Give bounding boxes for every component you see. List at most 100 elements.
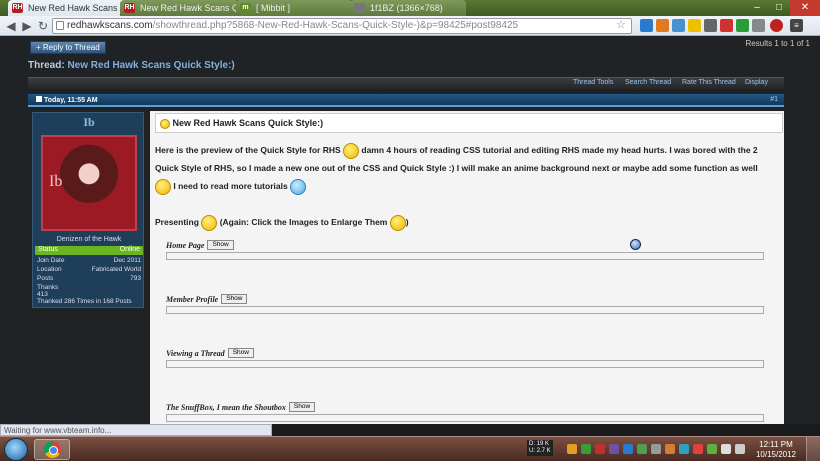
tab-label: New Red Hawk Scans Quic bbox=[140, 3, 238, 13]
stat-join-date: Join Date Dec 2011 bbox=[37, 257, 141, 264]
network-icon[interactable] bbox=[721, 444, 731, 454]
tray-app-icon[interactable] bbox=[567, 444, 577, 454]
post-date: Today, 11:55 AM bbox=[36, 96, 98, 104]
forward-icon[interactable]: ▶ bbox=[20, 19, 34, 33]
tab-red-hawk-1[interactable]: RH New Red Hawk Scans Quick bbox=[8, 0, 126, 16]
thread-label: Thread: bbox=[28, 60, 65, 71]
post-icon bbox=[36, 96, 42, 102]
forum-page: + Reply to Thread Results 1 to 1 of 1 Th… bbox=[0, 36, 820, 424]
stat-label: Thanks bbox=[37, 284, 59, 291]
stat-thanked: Thanked 286 Times in 168 Posts bbox=[37, 298, 141, 305]
bookmark-star-icon[interactable]: ☆ bbox=[616, 18, 626, 31]
image-favicon-icon bbox=[354, 3, 365, 13]
tray-app-icon[interactable] bbox=[595, 444, 605, 454]
url-domain: redhawkscans.com bbox=[67, 20, 153, 31]
volume-icon[interactable] bbox=[735, 444, 745, 454]
extension-icon[interactable] bbox=[736, 19, 749, 32]
avatar[interactable]: Ib bbox=[41, 135, 137, 231]
post-title-text: New Red Hawk Scans Quick Style:) bbox=[172, 118, 324, 128]
presenting-text: Presenting bbox=[155, 217, 199, 227]
tray-app-icon[interactable] bbox=[665, 444, 675, 454]
thread-tools-menu[interactable]: Thread Tools bbox=[573, 79, 613, 86]
reload-icon[interactable]: ↻ bbox=[36, 19, 50, 33]
maximize-icon[interactable]: □ bbox=[768, 0, 790, 16]
window-controls: – □ ✕ bbox=[746, 0, 820, 16]
extension-icon[interactable] bbox=[720, 19, 733, 32]
start-button[interactable] bbox=[4, 438, 28, 461]
grin-smiley-icon bbox=[155, 178, 171, 195]
presenting-close: ) bbox=[405, 217, 409, 227]
rss-icon[interactable] bbox=[656, 19, 669, 32]
tray-app-icon[interactable] bbox=[581, 444, 591, 454]
tray-app-icon[interactable] bbox=[651, 444, 661, 454]
post-date-text: Today, 11:55 AM bbox=[44, 97, 98, 104]
tab-red-hawk-2[interactable]: RH New Red Hawk Scans Quic bbox=[120, 0, 238, 16]
network-meter: D: 19 K U: 2.7 K bbox=[527, 440, 553, 456]
stat-label: Join Date bbox=[37, 257, 65, 264]
smiley-icon[interactable] bbox=[688, 19, 701, 32]
laugh-smiley-icon bbox=[201, 214, 218, 231]
url-path: /showthread.php?5868-New-Red-Hawk-Scans-… bbox=[152, 20, 519, 31]
show-spoiler-button[interactable]: Show bbox=[227, 348, 254, 359]
chrome-taskbar-button[interactable] bbox=[34, 439, 70, 460]
display-menu[interactable]: Display bbox=[745, 79, 768, 86]
stat-value: Dec 2011 bbox=[113, 257, 141, 264]
rate-thread-menu[interactable]: Rate This Thread bbox=[682, 79, 736, 86]
username-link[interactable]: Ib bbox=[33, 115, 145, 130]
clock-date: 10/15/2012 bbox=[755, 450, 796, 459]
tray-app-icon[interactable] bbox=[637, 444, 647, 454]
spoiler-label: Home Page bbox=[166, 241, 205, 250]
user-card: Ib Ib Denizen of the Hawk Status Online … bbox=[32, 112, 144, 308]
busy-cursor-icon bbox=[630, 239, 641, 250]
close-icon[interactable]: ✕ bbox=[790, 0, 820, 16]
avatar-text: Ib bbox=[49, 173, 63, 190]
reply-to-thread-button[interactable]: + Reply to Thread bbox=[30, 41, 106, 54]
tab-image[interactable]: 1f1BZ (1366×768) bbox=[350, 0, 466, 16]
download-rate: D: 19 K bbox=[529, 441, 550, 447]
user-title: Denizen of the Hawk bbox=[56, 236, 122, 243]
status-value: Online bbox=[119, 246, 140, 253]
laugh-smiley-icon bbox=[389, 214, 406, 231]
tray-app-icon[interactable] bbox=[609, 444, 619, 454]
thread-heading: Thread: New Red Hawk Scans Quick Style:) bbox=[28, 60, 235, 71]
tab-strip: RH New Red Hawk Scans Quick RH New Red H… bbox=[0, 0, 820, 16]
rh-favicon-icon: RH bbox=[12, 3, 23, 13]
browser-status-bubble: Waiting for www.vbteam.info... bbox=[0, 424, 272, 436]
adblock-icon[interactable] bbox=[770, 19, 783, 32]
minimize-icon[interactable]: – bbox=[746, 0, 768, 16]
address-bar[interactable]: redhawkscans.com/showthread.php?5868-New… bbox=[52, 18, 632, 34]
clock-time: 12:11 PM bbox=[759, 440, 793, 449]
download-icon[interactable] bbox=[704, 19, 717, 32]
spoiler-box bbox=[166, 306, 764, 314]
back-icon[interactable]: ◀ bbox=[4, 19, 18, 33]
extension-icon[interactable] bbox=[752, 19, 765, 32]
thread-title-link[interactable]: New Red Hawk Scans Quick Style:) bbox=[67, 60, 234, 71]
tray-app-icon[interactable] bbox=[679, 444, 689, 454]
tab-mibbit[interactable]: m [ Mibbit ] bbox=[236, 0, 352, 16]
show-spoiler-button[interactable]: Show bbox=[288, 402, 316, 413]
stat-posts: Posts 793 bbox=[37, 275, 141, 282]
system-clock[interactable]: 12:11 PM 10/15/2012 bbox=[756, 440, 796, 460]
status-badge: Status Online bbox=[35, 246, 143, 255]
wrench-menu-icon[interactable]: ≡ bbox=[790, 19, 803, 32]
tray-app-icon[interactable] bbox=[707, 444, 717, 454]
post-body: New Red Hawk Scans Quick Style:) Here is… bbox=[150, 111, 784, 424]
search-thread-menu[interactable]: Search Thread bbox=[625, 79, 671, 86]
show-spoiler-button[interactable]: Show bbox=[221, 294, 248, 305]
extension-icon[interactable] bbox=[672, 19, 685, 32]
sunglasses-smiley-icon bbox=[343, 142, 360, 159]
tray-app-icon[interactable] bbox=[693, 444, 703, 454]
post-header: Today, 11:55 AM #1 bbox=[28, 94, 784, 107]
spoiler-label: The SnuffBox, I mean the Shoutbox bbox=[166, 403, 286, 412]
rh-favicon-icon: RH bbox=[124, 3, 135, 13]
tray-app-icon[interactable] bbox=[623, 444, 633, 454]
post-title: New Red Hawk Scans Quick Style:) bbox=[155, 113, 783, 133]
stat-value: 793 bbox=[130, 275, 141, 282]
extension-icon[interactable] bbox=[640, 19, 653, 32]
show-desktop-button[interactable] bbox=[806, 437, 820, 461]
stat-location: Location Fabricated World bbox=[37, 266, 141, 273]
blue-smiley-icon bbox=[290, 178, 307, 195]
show-spoiler-button[interactable]: Show bbox=[207, 240, 234, 251]
post-number-link[interactable]: #1 bbox=[770, 96, 778, 103]
stat-label: 413 bbox=[37, 291, 48, 298]
